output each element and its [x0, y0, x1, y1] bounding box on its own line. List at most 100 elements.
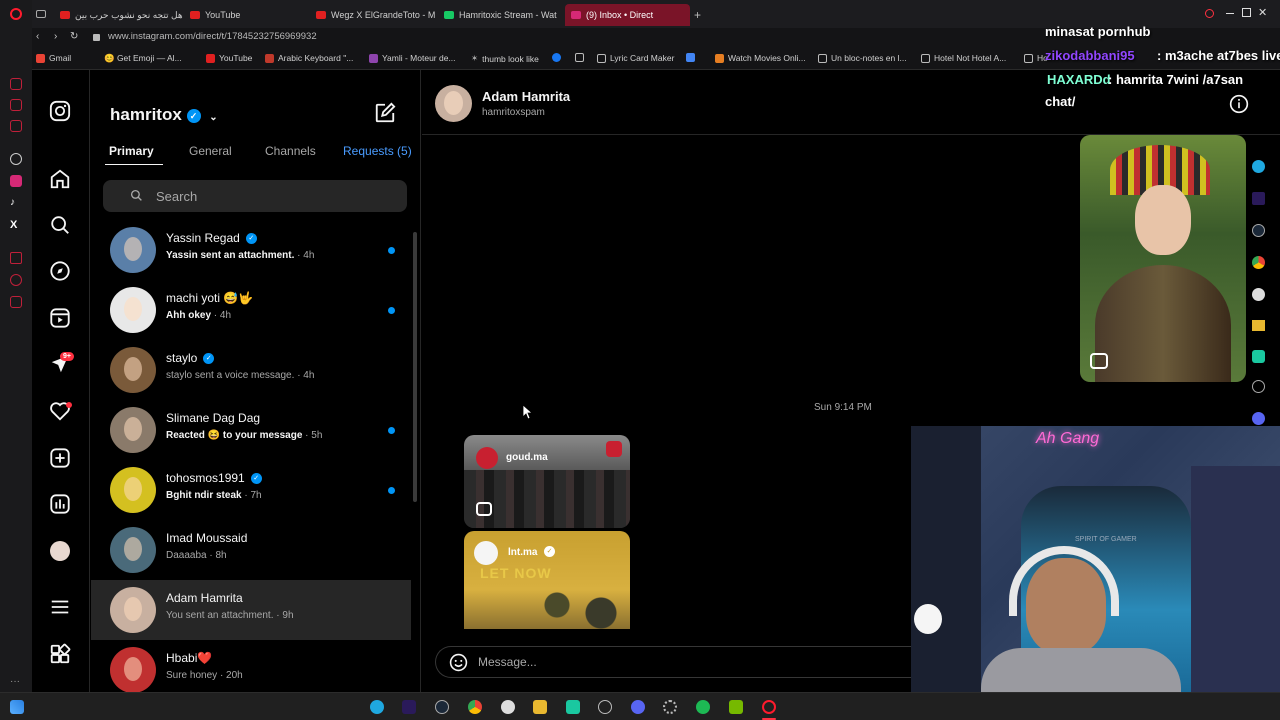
explore-icon[interactable]	[49, 260, 71, 282]
avatar[interactable]	[110, 587, 156, 633]
opera-icon[interactable]	[762, 700, 776, 714]
avatar[interactable]	[110, 467, 156, 513]
thread-row[interactable]: tohosmos1991 ✓ Bghit ndir steak · 7h	[91, 460, 411, 520]
new-tab-button[interactable]: +	[694, 8, 701, 22]
opera-aria-icon[interactable]	[10, 78, 22, 90]
avatar[interactable]	[110, 407, 156, 453]
tiktok-icon[interactable]: ♪	[10, 197, 22, 209]
thread-row[interactable]: Hbabi❤️ Sure honey · 20h	[91, 640, 411, 700]
steam-icon[interactable]	[1252, 224, 1265, 237]
maximize-icon[interactable]	[1242, 8, 1251, 17]
clock-icon[interactable]	[10, 274, 22, 286]
contact-avatar[interactable]	[435, 85, 472, 122]
bookmark-arabic-keyboard[interactable]: Arabic Keyboard "...	[265, 53, 353, 63]
x-icon[interactable]: X	[10, 219, 22, 231]
start-icon[interactable]	[10, 700, 24, 714]
thread-scrollbar[interactable]	[411, 222, 419, 688]
browser-tab-5[interactable]: (9) Inbox • Direct	[565, 4, 690, 26]
compose-icon[interactable]	[374, 102, 396, 124]
menu-icon[interactable]	[49, 596, 71, 618]
obs-icon[interactable]	[1252, 380, 1265, 393]
app-icon[interactable]	[1252, 288, 1265, 301]
avatar[interactable]	[110, 287, 156, 333]
bookmark-gmail[interactable]: Gmail	[36, 53, 71, 63]
forward-icon[interactable]: ›	[54, 31, 57, 42]
settings-icon[interactable]	[663, 700, 677, 714]
avatar[interactable]	[110, 647, 156, 693]
more-icon[interactable]: ···	[10, 676, 22, 688]
avatar[interactable]	[110, 527, 156, 573]
account-switcher[interactable]: hamritox ✓ ⌄	[110, 105, 218, 125]
scrollbar-thumb[interactable]	[413, 232, 417, 502]
contact-name[interactable]: Adam Hamrita	[482, 89, 570, 104]
opera-o-icon[interactable]	[10, 8, 22, 20]
close-icon[interactable]: ✕	[1258, 6, 1267, 19]
emoji-icon[interactable]	[449, 653, 468, 672]
instagram-logo-icon[interactable]	[49, 100, 71, 122]
shared-post-1[interactable]: goud.ma	[464, 435, 630, 528]
url-field[interactable]: www.instagram.com/direct/t/1784523275696…	[108, 31, 317, 42]
bookmark-docs[interactable]	[686, 53, 695, 62]
instagram-side-icon[interactable]	[10, 99, 22, 111]
thread-row[interactable]: staylo ✓ staylo sent a voice message. · 4h	[91, 340, 411, 400]
bookmark-get-emoji[interactable]: 😊 Get Emoji — Al...	[104, 53, 182, 64]
app-icon[interactable]	[501, 700, 515, 714]
edge-icon[interactable]	[370, 700, 384, 714]
bookmark-page[interactable]	[575, 53, 584, 62]
apps-icon[interactable]	[49, 643, 71, 665]
tab-requests[interactable]: Requests (5)	[343, 144, 412, 158]
browser-tab-4[interactable]: Hamritoxic Stream - Wat	[438, 4, 562, 26]
avatar[interactable]	[110, 227, 156, 273]
browser-tab-3[interactable]: Wegz X ElGrandeToto - M	[310, 4, 438, 26]
tab-view-icon[interactable]	[36, 10, 46, 18]
thread-row[interactable]: Yassin Regad ✓ Yassin sent an attachment. …	[91, 220, 411, 280]
discord-icon[interactable]	[1252, 412, 1265, 425]
reload-icon[interactable]: ↻	[70, 31, 78, 42]
dashboard-icon[interactable]	[49, 493, 71, 515]
thread-row[interactable]: Imad Moussaid Daaaaba · 8h	[91, 520, 411, 580]
message-input[interactable]: Message...	[435, 646, 935, 678]
browser-tab-1[interactable]: هل تتجه نحو نشوب حرب بين	[54, 4, 184, 26]
downloads-icon[interactable]	[10, 296, 22, 308]
browser-tab-2[interactable]: YouTube	[184, 4, 314, 26]
bookmark-watch-movies[interactable]: Watch Movies Onli...	[715, 53, 806, 63]
discord-icon[interactable]	[631, 700, 645, 714]
home-icon[interactable]	[49, 168, 71, 190]
folder-icon[interactable]	[533, 700, 547, 714]
thread-row[interactable]: Adam Hamrita You sent an attachment. · 9h	[91, 580, 411, 640]
youtube-side-icon[interactable]	[10, 120, 22, 132]
shared-post-2[interactable]: lnt.ma ✓ LET NOW	[464, 531, 630, 629]
premiere-icon[interactable]	[402, 700, 416, 714]
history-icon[interactable]	[10, 252, 22, 264]
chrome-icon[interactable]	[468, 700, 482, 714]
shared-reel-image[interactable]	[1080, 135, 1246, 382]
premiere-icon[interactable]	[1252, 192, 1265, 205]
tab-general[interactable]: General	[189, 144, 232, 158]
bookmark-bloc-notes[interactable]: Un bloc-notes en l...	[818, 53, 907, 63]
nvidia-icon[interactable]	[729, 700, 743, 714]
tab-channels[interactable]: Channels	[265, 144, 316, 158]
bookmark-lyric-card[interactable]: Lyric Card Maker	[597, 53, 674, 63]
edge-icon[interactable]	[1252, 160, 1265, 173]
back-icon[interactable]: ‹	[36, 31, 39, 42]
chatgpt-icon[interactable]	[10, 153, 22, 165]
bookmark-hotel[interactable]: Hotel Not Hotel A...	[921, 53, 1006, 63]
thread-row[interactable]: Slimane Dag Dag Reacted 😆 to your message…	[91, 400, 411, 460]
spotify-icon[interactable]	[696, 700, 710, 714]
avatar[interactable]	[110, 347, 156, 393]
bookmark-facebook[interactable]	[552, 53, 561, 62]
search-icon[interactable]	[49, 214, 71, 236]
chrome-icon[interactable]	[1252, 256, 1265, 269]
instagram-icon[interactable]	[10, 175, 22, 187]
create-icon[interactable]	[49, 447, 71, 469]
search-input[interactable]: Search	[103, 180, 407, 212]
bookmark-yamli[interactable]: Yamli - Moteur de...	[369, 53, 456, 63]
capcut-icon[interactable]	[1252, 350, 1265, 363]
minimize-icon[interactable]	[1226, 13, 1234, 14]
search-tabs-icon[interactable]	[1205, 9, 1214, 18]
bookmark-thumb[interactable]: ✶ thumb look like	[471, 53, 539, 64]
thread-row[interactable]: machi yoti 😅🤟 Ahh okey · 4h	[91, 280, 411, 340]
profile-avatar[interactable]	[50, 541, 70, 561]
capcut-icon[interactable]	[566, 700, 580, 714]
tab-primary[interactable]: Primary	[109, 144, 154, 158]
